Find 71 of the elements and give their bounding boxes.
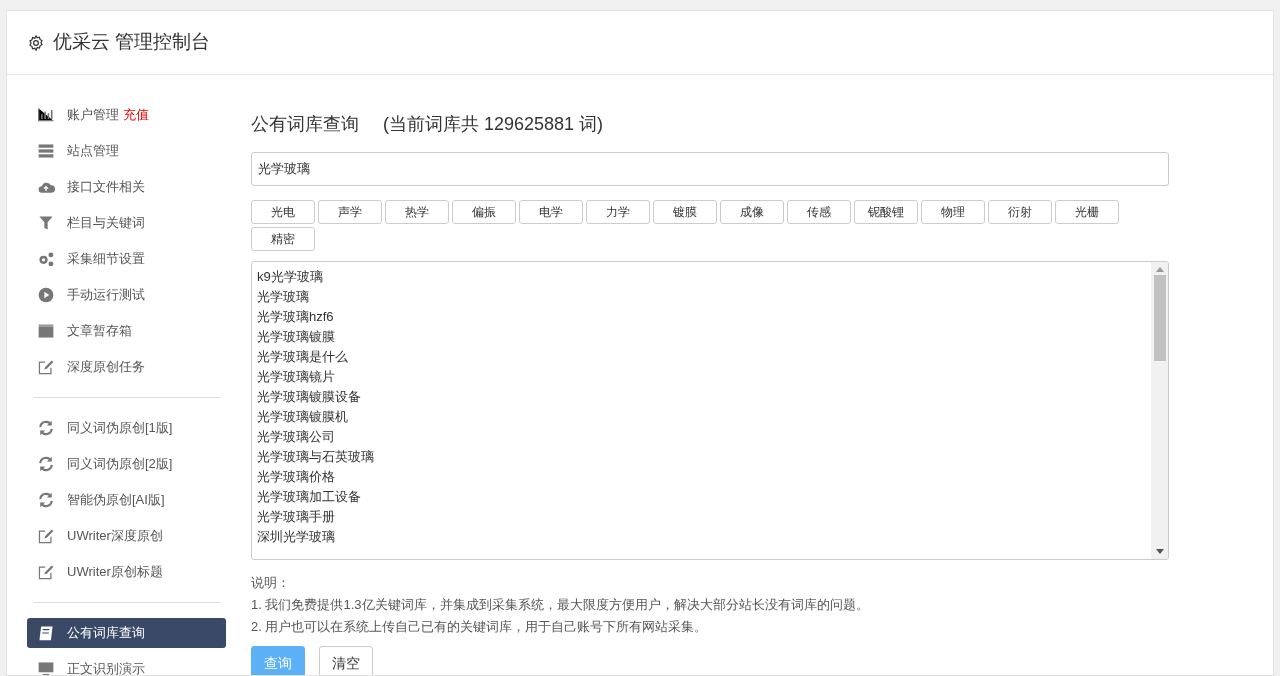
scroll-down-icon[interactable] [1155, 549, 1164, 554]
results-listbox[interactable]: k9光学玻璃 光学玻璃 光学玻璃hzf6 光学玻璃镀膜 光学玻璃是什么 光学玻璃镜片 光学玻璃镀膜设备 光学玻璃镀膜机 光学玻璃公司 光学玻璃与石英玻璃 光学玻璃价格 光学玻璃加工设备 光学玻璃手册 深圳光学玻璃 [251, 261, 1169, 560]
tag-button[interactable]: 物理 [921, 200, 985, 224]
play-icon [37, 286, 55, 304]
sidebar-item[interactable]: 同义词伪原创[1版] [27, 413, 226, 443]
tag-button[interactable]: 衍射 [988, 200, 1052, 224]
result-option[interactable]: 光学玻璃价格 [257, 467, 335, 487]
note-text: 2. 用户也可以在系统上传自己已有的关键词库，用于自己账号下所有网站采集。 [251, 618, 708, 636]
sidebar-item[interactable]: 公有词库查询 [27, 618, 226, 648]
sidebar-item[interactable]: 正文识别演示 [27, 654, 226, 675]
sidebar-item[interactable]: 深度原创任务 [27, 352, 226, 382]
tag-button[interactable]: 声学 [318, 200, 382, 224]
sidebar-item[interactable]: 同义词伪原创[2版] [27, 449, 226, 479]
tag-button[interactable]: 电学 [519, 200, 583, 224]
box-icon [37, 322, 55, 340]
sidebar-item[interactable]: 栏目与关键词 [27, 208, 226, 238]
result-option[interactable]: 光学玻璃镀膜 [257, 327, 335, 347]
tag-button[interactable]: 光电 [251, 200, 315, 224]
result-option[interactable]: 深圳光学玻璃 [257, 527, 335, 547]
page-heading: 公有词库查询 [251, 113, 359, 136]
result-option[interactable]: 光学玻璃手册 [257, 507, 335, 527]
refresh-icon [37, 419, 55, 437]
result-option[interactable]: 光学玻璃公司 [257, 427, 335, 447]
result-option[interactable]: 光学玻璃镀膜机 [257, 407, 348, 427]
edit-icon [37, 527, 55, 545]
app-title: 优采云 管理控制台 [53, 30, 211, 55]
sidebar-item[interactable]: UWriter原创标题 [27, 557, 226, 587]
notes-title: 说明： [251, 574, 291, 592]
scrollbar-thumb[interactable] [1153, 275, 1166, 361]
sidebar-item[interactable]: 采集细节设置 [27, 244, 226, 274]
refresh-icon [37, 491, 55, 509]
result-option[interactable]: 光学玻璃镀膜设备 [257, 387, 361, 407]
sidebar-item[interactable]: 智能伪原创[AI版] [27, 485, 226, 515]
scroll-up-icon[interactable] [1155, 267, 1164, 272]
tag-button[interactable]: 传感 [787, 200, 851, 224]
result-option[interactable]: 光学玻璃与石英玻璃 [257, 447, 374, 467]
book-icon [37, 624, 55, 642]
result-option[interactable]: 光学玻璃镜片 [257, 367, 335, 387]
tag-button[interactable]: 光栅 [1055, 200, 1119, 224]
bar-chart-icon [37, 106, 55, 124]
tag-button[interactable]: 偏振 [452, 200, 516, 224]
note-text: 1. 我们免费提供1.3亿关键词库，并集成到采集系统，最大限度方便用户，解决大部分站长没有词库的问题。 [251, 596, 869, 614]
sidebar-item[interactable]: 接口文件相关 [27, 172, 226, 202]
tag-button[interactable]: 成像 [720, 200, 784, 224]
sidebar-item[interactable]: 手动运行测试 [27, 280, 226, 310]
sidebar-item[interactable]: 站点管理 [27, 136, 226, 166]
word-count-note: (当前词库共 129625881 词) [383, 113, 604, 136]
result-option[interactable]: 光学玻璃hzf6 [257, 307, 334, 327]
sidebar-item[interactable]: UWriter深度原创 [27, 521, 226, 551]
sidebar-item[interactable]: 文章暂存箱 [27, 316, 226, 346]
filter-icon [37, 214, 55, 232]
tag-button[interactable]: 力学 [586, 200, 650, 224]
result-option[interactable]: k9光学玻璃 [257, 267, 323, 287]
scrollbar[interactable] [1151, 262, 1168, 559]
server-icon [37, 142, 55, 160]
edit-icon [37, 358, 55, 376]
tag-button[interactable]: 热学 [385, 200, 449, 224]
result-option[interactable]: 光学玻璃 [257, 287, 309, 307]
refresh-icon [37, 455, 55, 473]
tag-button[interactable]: 镀膜 [653, 200, 717, 224]
clear-button[interactable]: 清空 [319, 646, 373, 675]
search-field[interactable]: 光学玻璃 [251, 152, 1169, 186]
monitor-icon [37, 660, 55, 675]
settings-icon [27, 33, 45, 52]
gears-icon [37, 250, 55, 268]
tag-button[interactable]: 精密 [251, 227, 315, 251]
result-option[interactable]: 光学玻璃加工设备 [257, 487, 361, 507]
result-option[interactable]: 光学玻璃是什么 [257, 347, 348, 367]
edit-icon [37, 563, 55, 581]
tag-button[interactable]: 铌酸锂 [854, 200, 918, 224]
sidebar-item[interactable]: 账户管理 充值 [27, 100, 226, 130]
